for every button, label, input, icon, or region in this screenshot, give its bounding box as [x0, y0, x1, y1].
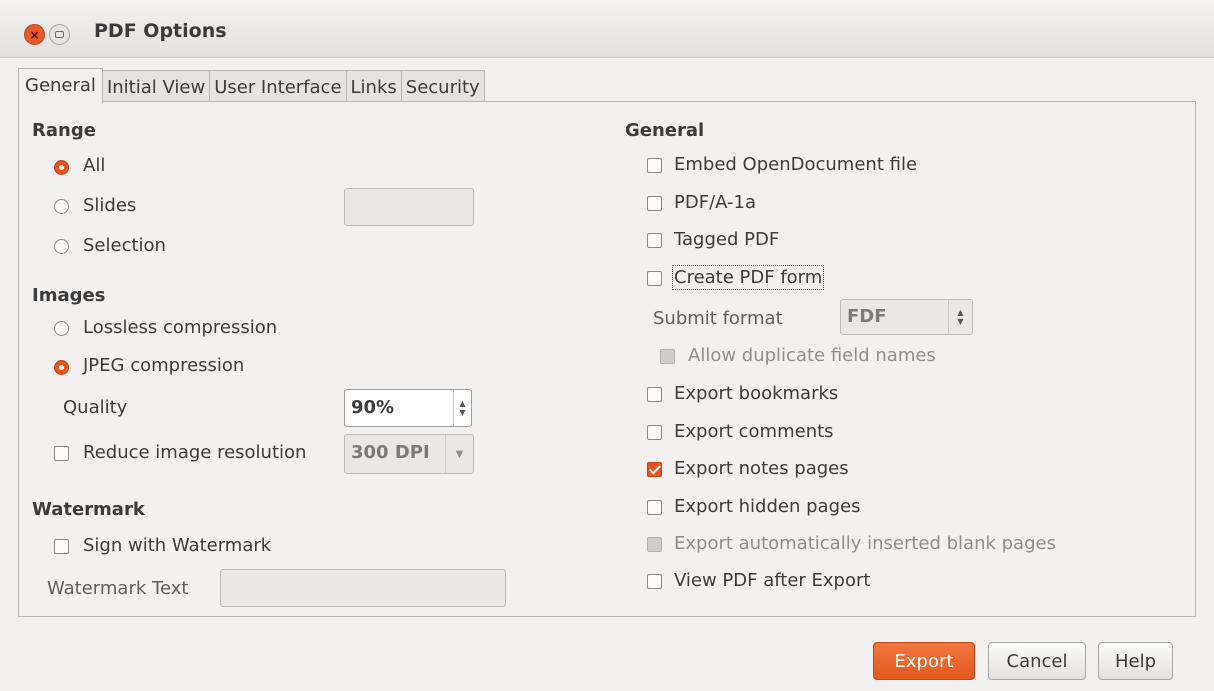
embed-odf-checkbox[interactable] — [647, 158, 662, 173]
export-bookmarks-checkbox[interactable] — [647, 387, 662, 402]
jpeg-label[interactable]: JPEG compression — [83, 355, 244, 376]
close-icon[interactable]: × — [24, 24, 45, 45]
tab-bar: General Initial View User Interface Link… — [18, 68, 485, 104]
tagged-pdf-label[interactable]: Tagged PDF — [674, 229, 779, 250]
resolution-value: 300 DPI — [351, 442, 430, 463]
create-form-checkbox[interactable] — [647, 271, 662, 286]
jpeg-radio[interactable] — [54, 360, 69, 375]
range-slides-label[interactable]: Slides — [83, 195, 136, 216]
export-notes-label[interactable]: Export notes pages — [674, 458, 849, 479]
tab-general[interactable]: General — [18, 68, 103, 104]
quality-stepper[interactable]: ▲ ▼ — [453, 390, 471, 426]
view-after-export-checkbox[interactable] — [647, 574, 662, 589]
quality-label: Quality — [63, 397, 128, 418]
chevron-down-icon: ▼ — [445, 435, 473, 473]
allow-duplicate-checkbox[interactable] — [660, 349, 675, 364]
export-button[interactable]: Export — [873, 642, 975, 680]
range-selection-radio[interactable] — [54, 239, 69, 254]
sign-watermark-checkbox[interactable] — [54, 539, 69, 554]
resolution-dropdown[interactable]: 300 DPI ▼ — [344, 434, 474, 474]
pdfa-checkbox[interactable] — [647, 196, 662, 211]
window-title: PDF Options — [94, 20, 227, 42]
title-bar: × PDF Options — [0, 0, 1214, 58]
range-all-radio[interactable] — [54, 160, 69, 175]
export-comments-label[interactable]: Export comments — [674, 421, 834, 442]
allow-duplicate-label: Allow duplicate field names — [688, 345, 936, 366]
spin-up-icon: ▲ — [957, 308, 964, 317]
spin-down-icon: ▼ — [957, 317, 964, 326]
export-blank-label: Export automatically inserted blank page… — [674, 533, 1056, 554]
general-heading: General — [625, 120, 705, 141]
export-notes-checkbox[interactable] — [647, 462, 662, 477]
export-bookmarks-label[interactable]: Export bookmarks — [674, 383, 838, 404]
submit-format-select[interactable]: FDF ▲ ▼ — [840, 299, 973, 335]
submit-format-stepper[interactable]: ▲ ▼ — [948, 300, 972, 334]
help-button[interactable]: Help — [1098, 642, 1173, 680]
sign-watermark-label[interactable]: Sign with Watermark — [83, 535, 271, 556]
view-after-export-label[interactable]: View PDF after Export — [674, 570, 870, 591]
watermark-heading: Watermark — [32, 499, 145, 520]
range-heading: Range — [32, 120, 96, 141]
lossless-radio[interactable] — [54, 321, 69, 336]
tab-links[interactable]: Links — [346, 70, 402, 104]
tab-security[interactable]: Security — [401, 70, 485, 104]
submit-format-value: FDF — [847, 306, 887, 327]
quality-spinbox[interactable]: 90% ▲ ▼ — [344, 389, 472, 427]
quality-value: 90% — [351, 397, 395, 418]
general-panel: Range All Slides Selection Images Lossle… — [18, 101, 1196, 617]
export-hidden-checkbox[interactable] — [647, 500, 662, 515]
reduce-resolution-label[interactable]: Reduce image resolution — [83, 442, 306, 463]
export-blank-checkbox[interactable] — [647, 537, 662, 552]
tab-initial-view[interactable]: Initial View — [102, 70, 211, 104]
export-comments-checkbox[interactable] — [647, 425, 662, 440]
cancel-button[interactable]: Cancel — [988, 642, 1086, 680]
pdfa-label[interactable]: PDF/A-1a — [674, 192, 756, 213]
spin-down-icon[interactable]: ▼ — [459, 408, 465, 417]
range-selection-label[interactable]: Selection — [83, 235, 166, 256]
maximize-icon[interactable] — [49, 24, 70, 45]
images-heading: Images — [32, 285, 106, 306]
export-hidden-label[interactable]: Export hidden pages — [674, 496, 860, 517]
embed-odf-label[interactable]: Embed OpenDocument file — [674, 154, 917, 175]
lossless-label[interactable]: Lossless compression — [83, 317, 277, 338]
create-form-label[interactable]: Create PDF form — [671, 265, 825, 290]
range-slides-radio[interactable] — [54, 199, 69, 214]
watermark-text-label: Watermark Text — [47, 578, 189, 599]
range-all-label[interactable]: All — [83, 155, 105, 176]
watermark-text-input[interactable] — [220, 569, 506, 607]
spin-up-icon[interactable]: ▲ — [459, 399, 465, 408]
tab-user-interface[interactable]: User Interface — [210, 70, 347, 104]
tagged-pdf-checkbox[interactable] — [647, 233, 662, 248]
submit-format-label: Submit format — [653, 308, 783, 329]
slides-range-input[interactable] — [344, 188, 474, 226]
reduce-resolution-checkbox[interactable] — [54, 446, 69, 461]
